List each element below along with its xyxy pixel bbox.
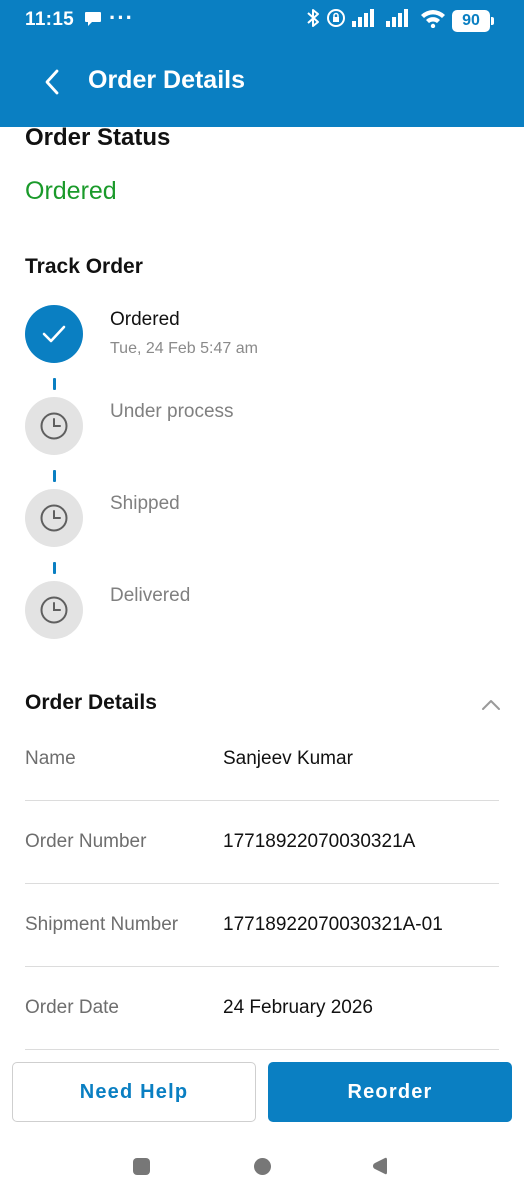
step-label: Shipped — [110, 493, 180, 514]
battery-icon: 90 — [452, 9, 494, 32]
detail-row-order-date: Order Date 24 February 2026 — [25, 997, 499, 1050]
detail-value: 17718922070030321A — [223, 831, 416, 852]
track-step-delivered: Delivered — [25, 581, 505, 641]
detail-row-order-number: Order Number 17718922070030321A — [25, 831, 499, 884]
chevron-left-icon — [45, 69, 59, 95]
detail-key: Order Date — [25, 997, 119, 1018]
step-connector — [53, 562, 56, 574]
step-pending-badge — [25, 489, 83, 547]
order-details-heading: Order Details — [25, 691, 157, 714]
signal-icon — [352, 9, 380, 32]
signal-icon-2 — [386, 9, 414, 32]
clock-icon — [40, 596, 68, 624]
home-icon[interactable] — [254, 1158, 271, 1175]
detail-key: Name — [25, 748, 76, 769]
detail-value: 24 February 2026 — [223, 997, 373, 1018]
detail-key: Order Number — [25, 831, 147, 852]
step-label: Delivered — [110, 585, 191, 606]
rotation-lock-icon — [326, 8, 346, 33]
clock-icon — [40, 412, 68, 440]
step-pending-badge — [25, 581, 83, 639]
order-status-value: Ordered — [25, 177, 117, 205]
detail-value: Sanjeev Kumar — [223, 748, 353, 769]
track-step-under-process: Under process — [25, 397, 505, 457]
more-notifications-icon: ··· — [109, 5, 134, 30]
step-label: Under process — [110, 401, 234, 422]
page-title: Order Details — [88, 66, 246, 94]
detail-value: 17718922070030321A-01 — [223, 914, 443, 935]
checkmark-icon — [42, 325, 66, 343]
status-bar: 11:15 ··· 90 — [0, 0, 524, 40]
need-help-button[interactable]: Need Help — [12, 1062, 256, 1122]
system-nav-bar — [0, 1136, 524, 1200]
app-bar: Order Details — [0, 52, 524, 112]
step-label: Ordered — [110, 309, 180, 330]
detail-key: Shipment Number — [25, 914, 179, 935]
order-status-heading: Order Status — [25, 124, 171, 151]
clock-icon — [40, 504, 68, 532]
app-header: 11:15 ··· 90 Order Details — [0, 0, 524, 127]
reorder-button[interactable]: Reorder — [268, 1062, 512, 1122]
track-step-ordered: Ordered Tue, 24 Feb 5:47 am — [25, 305, 505, 365]
chat-notification-icon — [84, 11, 102, 32]
step-connector — [53, 470, 56, 482]
chevron-up-icon — [482, 700, 500, 710]
back-button[interactable] — [34, 64, 70, 100]
step-complete-badge — [25, 305, 83, 363]
recents-icon[interactable] — [133, 1158, 150, 1175]
wifi-icon — [420, 8, 446, 33]
collapse-details-button[interactable] — [478, 692, 504, 718]
status-icons: 90 — [306, 8, 494, 33]
step-date: Tue, 24 Feb 5:47 am — [110, 340, 258, 357]
track-step-shipped: Shipped — [25, 489, 505, 549]
track-order-heading: Track Order — [25, 255, 143, 278]
detail-row-shipment-number: Shipment Number 17718922070030321A-01 — [25, 914, 499, 967]
bluetooth-icon — [306, 8, 320, 33]
detail-row-name: Name Sanjeev Kumar — [25, 748, 499, 801]
step-connector — [53, 378, 56, 390]
status-time: 11:15 — [25, 9, 75, 30]
back-nav-icon[interactable] — [370, 1157, 388, 1180]
step-pending-badge — [25, 397, 83, 455]
